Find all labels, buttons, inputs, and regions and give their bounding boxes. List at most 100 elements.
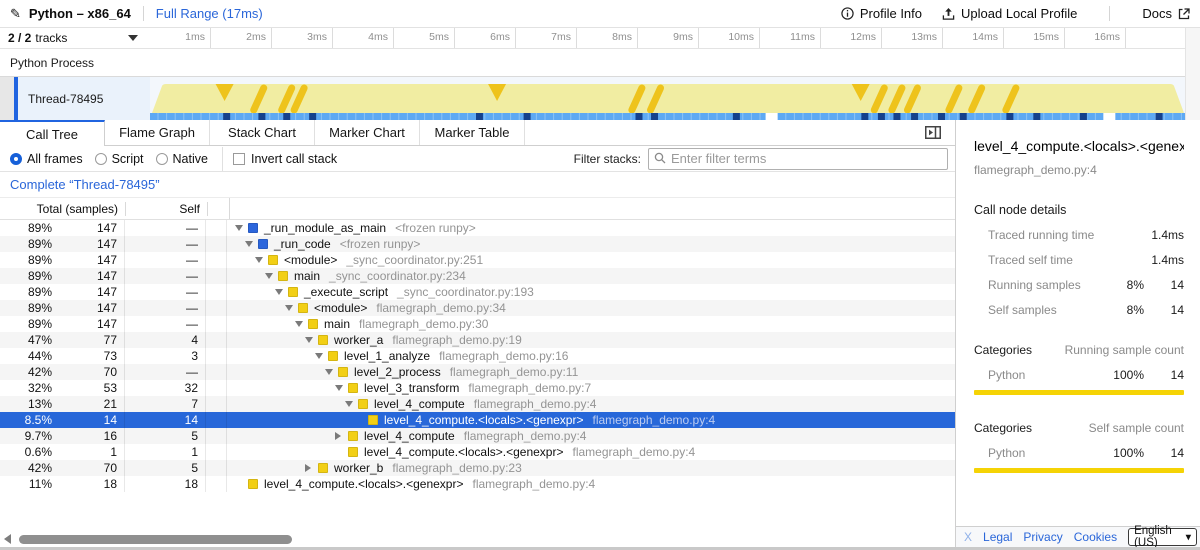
upload-local-profile-button[interactable]: Upload Local Profile	[942, 6, 1077, 21]
radio-native[interactable]: Native	[156, 152, 208, 166]
invert-call-stack-checkbox[interactable]	[233, 153, 245, 165]
frame-filter-radios: All frames Script Native	[10, 152, 220, 166]
row-spacer	[206, 316, 227, 332]
table-row[interactable]: 13%217level_4_computeflamegraph_demo.py:…	[0, 396, 955, 412]
tracks-dropdown[interactable]: 2 / 2 tracks	[0, 28, 150, 48]
row-total-percent: 89%	[0, 253, 52, 267]
expander-closed[interactable]	[335, 432, 348, 440]
function-location: _sync_coordinator.py:193	[397, 285, 534, 299]
category-row: Python100%14	[974, 446, 1184, 460]
radio-all-frames[interactable]: All frames	[10, 152, 83, 166]
ruler-ticks: 1ms2ms3ms4ms5ms6ms7ms8ms9ms10ms11ms12ms1…	[150, 28, 1126, 48]
row-total-percent: 32%	[0, 381, 52, 395]
expander-closed[interactable]	[305, 464, 318, 472]
invert-call-stack-label: Invert call stack	[251, 152, 337, 166]
expander-open[interactable]	[315, 353, 328, 359]
row-tree-cell: level_4_compute.<locals>.<genexpr>flameg…	[227, 477, 955, 491]
row-total-percent: 42%	[0, 365, 52, 379]
function-location: flamegraph_demo.py:4	[464, 429, 587, 443]
panel-tabbar: Call TreeFlame GraphStack ChartMarker Ch…	[0, 120, 955, 146]
table-row[interactable]: 89%147—_run_code<frozen runpy>	[0, 236, 955, 252]
radio-script[interactable]: Script	[95, 152, 144, 166]
sidebar-function-title: level_4_compute.<locals>.<genex…	[974, 138, 1184, 154]
expander-open[interactable]	[275, 289, 288, 295]
table-row[interactable]: 9.7%165level_4_computeflamegraph_demo.py…	[0, 428, 955, 444]
footer-link-x[interactable]: X	[964, 530, 972, 544]
thread-activity-graph[interactable]	[150, 77, 1186, 120]
expander-open[interactable]	[255, 257, 268, 263]
filter-stacks-label: Filter stacks:	[574, 152, 641, 166]
table-row[interactable]: 32%5332level_3_transformflamegraph_demo.…	[0, 380, 955, 396]
expander-open[interactable]	[285, 305, 298, 311]
footer-link-privacy[interactable]: Privacy	[1023, 530, 1062, 544]
full-range-button[interactable]: Full Range (17ms)	[156, 6, 263, 21]
process-track-label[interactable]: Python Process	[0, 49, 1200, 77]
row-total-count: 77	[52, 332, 125, 348]
detail-value: 1.4ms	[1144, 228, 1184, 242]
tab-stack-chart[interactable]: Stack Chart	[210, 120, 315, 145]
hscroll-left-arrow[interactable]	[4, 534, 11, 544]
samples-dark-segment	[861, 113, 868, 120]
tab-marker-table[interactable]: Marker Table	[420, 120, 525, 145]
table-row[interactable]: 89%147—<module>_sync_coordinator.py:251	[0, 252, 955, 268]
docs-button[interactable]: Docs	[1142, 6, 1190, 21]
table-row[interactable]: 89%147—main_sync_coordinator.py:234	[0, 268, 955, 284]
vertical-scrollbar-track[interactable]	[1185, 28, 1200, 120]
row-self-count: —	[125, 364, 206, 380]
table-row[interactable]: 89%147—_execute_script_sync_coordinator.…	[0, 284, 955, 300]
hscroll-thumb[interactable]	[19, 535, 292, 544]
category-breakdowns: CategoriesRunning sample countPython100%…	[974, 343, 1184, 473]
table-row[interactable]: 89%147—<module>flamegraph_demo.py:34	[0, 300, 955, 316]
expander-open[interactable]	[235, 225, 248, 231]
filter-stacks-input[interactable]	[648, 148, 948, 170]
table-row[interactable]: 8.5%1414level_4_compute.<locals>.<genexp…	[0, 412, 955, 428]
breadcrumb[interactable]: Complete “Thread-78495”	[10, 177, 160, 192]
expander-open[interactable]	[295, 321, 308, 327]
filter-divider	[222, 147, 223, 171]
language-select[interactable]: English (US) ▾	[1128, 528, 1197, 546]
expander-open[interactable]	[305, 337, 318, 343]
call-node-details: Traced running time1.4msTraced self time…	[974, 228, 1184, 317]
category-square-icon	[368, 415, 378, 425]
row-total-count: 147	[52, 236, 125, 252]
row-self-count: —	[125, 236, 206, 252]
row-total-count: 147	[52, 268, 125, 284]
radio-dot	[10, 153, 22, 165]
ruler-tick: 14ms	[943, 28, 1004, 48]
table-row[interactable]: 42%705worker_bflamegraph_demo.py:23	[0, 460, 955, 476]
expander-open[interactable]	[265, 273, 278, 279]
table-row[interactable]: 0.6%11level_4_compute.<locals>.<genexpr>…	[0, 444, 955, 460]
row-total-count: 21	[52, 396, 125, 412]
table-row[interactable]: 11%1818level_4_compute.<locals>.<genexpr…	[0, 476, 955, 492]
ruler-tick: 6ms	[455, 28, 516, 48]
expander-open[interactable]	[325, 369, 338, 375]
sidebar-toggle-button[interactable]	[925, 126, 941, 139]
function-name: level_4_compute.<locals>.<genexpr>	[384, 413, 583, 427]
table-row[interactable]: 89%147—mainflamegraph_demo.py:30	[0, 316, 955, 332]
row-spacer	[206, 220, 227, 236]
row-tree-cell: _run_code<frozen runpy>	[227, 237, 955, 251]
row-tree-cell: level_2_processflamegraph_demo.py:11	[227, 365, 955, 379]
category-color-bar	[974, 390, 1184, 395]
table-row[interactable]: 44%733level_1_analyzeflamegraph_demo.py:…	[0, 348, 955, 364]
profile-info-button[interactable]: Profile Info	[841, 6, 922, 21]
samples-dark-segment	[960, 113, 967, 120]
table-row[interactable]: 47%774worker_aflamegraph_demo.py:19	[0, 332, 955, 348]
triangle-down-icon	[245, 241, 253, 247]
footer-link-legal[interactable]: Legal	[983, 530, 1012, 544]
edit-profile-name-icon[interactable]: ✎	[10, 6, 21, 22]
expander-open[interactable]	[335, 385, 348, 391]
expander-open[interactable]	[245, 241, 258, 247]
expander-open[interactable]	[345, 401, 358, 407]
thread-track-label[interactable]: Thread-78495	[18, 77, 150, 120]
function-name: level_1_analyze	[344, 349, 430, 363]
function-name: _run_module_as_main	[264, 221, 386, 235]
footer-link-cookies[interactable]: Cookies	[1074, 530, 1117, 544]
tab-flame-graph[interactable]: Flame Graph	[105, 120, 210, 145]
table-row[interactable]: 89%147—_run_module_as_main<frozen runpy>	[0, 220, 955, 236]
tab-call-tree[interactable]: Call Tree	[0, 120, 105, 146]
tab-marker-chart[interactable]: Marker Chart	[315, 120, 420, 145]
detail-value: 14	[1144, 278, 1184, 292]
category-label: Python	[974, 368, 1102, 382]
table-row[interactable]: 42%70—level_2_processflamegraph_demo.py:…	[0, 364, 955, 380]
